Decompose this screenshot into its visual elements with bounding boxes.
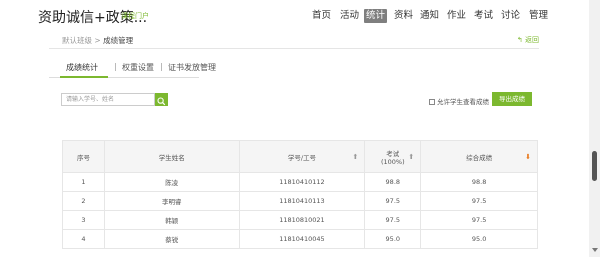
col-header-exam[interactable]: 考试 (100%) ⬆ [364,140,422,173]
main-content: 默认班级 > 成绩管理 ↰ 返回 成绩统计 | 权重设置 | 证书发放管理 请输… [49,32,539,257]
nav-resources[interactable]: 资料 [394,9,413,23]
col-header-no: 序号 [62,140,105,173]
allow-view-toggle[interactable]: 允许学生查看成绩 [429,96,489,106]
course-portal-link[interactable]: 课程门户 [121,11,149,21]
sort-arrow-icon[interactable]: ⬆ [408,153,414,161]
col-header-id-label: 学号/工号 [287,153,317,162]
nav-stats[interactable]: 统计 [364,9,388,23]
sort-arrow-icon[interactable]: ⬆ [352,153,358,161]
tab-separator: | [114,62,117,71]
cell-exam: 98.8 [364,172,422,192]
cell-id: 11810810021 [238,210,366,230]
top-header: 资助诚信+政策... 课程门户 首页 活动 统计 资料 通知 作业 考试 讨论 … [0,0,600,32]
col-header-name: 学生姓名 [103,140,240,173]
cell-id: 11810410112 [238,172,366,192]
breadcrumb-separator: > [94,36,101,45]
cell-no: 2 [62,191,105,211]
nav-discussion[interactable]: 讨论 [501,9,520,23]
search-button[interactable] [155,93,168,106]
cell-name: 李明睿 [103,191,240,211]
nav-activity[interactable]: 活动 [340,9,359,23]
nav-notices[interactable]: 通知 [420,9,439,23]
breadcrumb-bar: 默认班级 > 成绩管理 ↰ 返回 [49,32,539,49]
cell-name: 蔡锐 [103,229,240,249]
table-row: 3 韩颖 11810810021 97.5 97.5 [62,210,538,230]
breadcrumb-current: 成绩管理 [103,36,134,45]
export-scores-button[interactable]: 导出成绩 [492,92,532,106]
cell-exam: 97.5 [364,191,422,211]
cell-total: 98.8 [420,172,538,192]
scrollbar-thumb[interactable] [592,151,597,181]
nav-home[interactable]: 首页 [312,9,331,23]
col-header-total-label: 综合成绩 [466,153,493,162]
scrollbar-track[interactable] [589,0,600,257]
cell-exam: 95.0 [364,229,422,249]
sort-active-arrow-icon[interactable]: ⬇ [525,153,531,161]
active-tab-indicator [60,76,108,78]
tab-separator: | [160,62,163,71]
back-button[interactable]: ↰ 返回 [517,35,539,45]
search-input[interactable]: 请输入学号、姓名 [61,93,155,106]
allow-view-checkbox[interactable] [429,99,435,105]
tab-weight-settings[interactable]: 权重设置 [122,62,154,73]
cell-exam: 97.5 [364,210,422,230]
nav-homework[interactable]: 作业 [447,9,466,23]
cell-total: 97.5 [420,191,538,211]
cell-name: 陈凌 [103,172,240,192]
cell-id: 11810410045 [238,229,366,249]
back-label: 返回 [525,36,539,44]
allow-view-label: 允许学生查看成绩 [437,98,489,106]
cell-no: 4 [62,229,105,249]
table-row: 1 陈凌 11810410112 98.8 98.8 [62,172,538,192]
cell-name: 韩颖 [103,210,240,230]
cell-no: 3 [62,210,105,230]
table-header-row: 序号 学生姓名 学号/工号 ⬆ 考试 (100%) ⬆ 综合成绩 ⬇ [62,140,538,173]
tab-certificates[interactable]: 证书发放管理 [168,62,216,73]
table-row: 2 李明睿 11810410113 97.5 97.5 [62,191,538,211]
breadcrumb: 默认班级 > 成绩管理 [62,35,133,46]
cell-total: 97.5 [420,210,538,230]
nav-exams[interactable]: 考试 [474,9,493,23]
table-row: 4 蔡锐 11810410045 95.0 95.0 [62,229,538,249]
cell-id: 11810410113 [238,191,366,211]
cell-no: 1 [62,172,105,192]
scroll-down-arrow-icon[interactable] [592,248,598,252]
tab-score-stats[interactable]: 成绩统计 [66,62,98,73]
score-table: 序号 学生姓名 学号/工号 ⬆ 考试 (100%) ⬆ 综合成绩 ⬇ 1 陈凌 … [62,140,538,249]
breadcrumb-parent[interactable]: 默认班级 [62,36,92,45]
col-header-id[interactable]: 学号/工号 ⬆ [238,140,366,173]
cell-total: 95.0 [420,229,538,249]
back-arrow-icon: ↰ [516,36,523,44]
search-icon [157,97,166,106]
nav-manage[interactable]: 管理 [529,9,548,23]
col-header-total[interactable]: 综合成绩 ⬇ [420,140,538,173]
